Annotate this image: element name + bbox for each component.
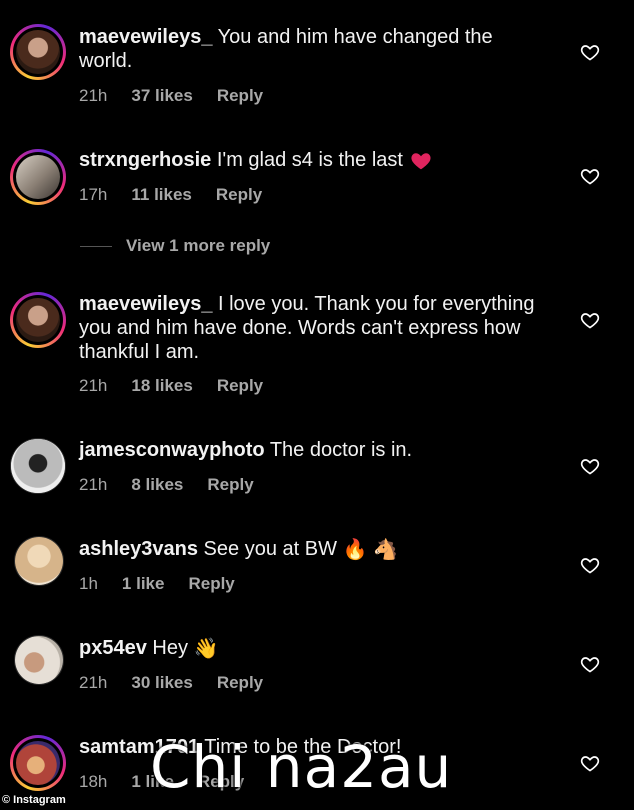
comment-meta: 21h 37 likes Reply xyxy=(79,86,287,106)
divider xyxy=(80,245,112,247)
view-more-replies[interactable]: View 1 more reply xyxy=(80,236,270,256)
comment-time: 21h xyxy=(79,376,108,395)
avatar[interactable] xyxy=(10,149,66,205)
comment-time: 18h xyxy=(79,772,108,791)
comment-meta: 1h 1 like Reply xyxy=(79,574,259,594)
heart-icon[interactable] xyxy=(580,42,600,62)
comment-likes[interactable]: 18 likes xyxy=(131,376,192,396)
comment-likes[interactable]: 8 likes xyxy=(131,475,183,495)
image-credit: © Instagram xyxy=(2,794,66,806)
comment-username[interactable]: ashley3vans xyxy=(79,538,198,560)
comment-likes[interactable]: 30 likes xyxy=(131,673,192,693)
avatar[interactable] xyxy=(10,24,66,80)
comment-meta: 21h 30 likes Reply xyxy=(79,673,287,693)
avatar[interactable] xyxy=(10,735,66,791)
comment-username[interactable]: maevewileys_ xyxy=(79,293,212,315)
reply-button[interactable]: Reply xyxy=(217,673,263,693)
comment-username[interactable]: px54ev xyxy=(79,637,147,659)
comment-time: 21h xyxy=(79,475,108,494)
comment-username[interactable]: strxngerhosie xyxy=(79,149,211,171)
comment-text: The doctor is in. xyxy=(269,439,413,461)
avatar[interactable] xyxy=(14,635,64,685)
watermark: Chi na2au xyxy=(150,733,453,801)
comment-meta: 17h 11 likes Reply xyxy=(79,185,286,205)
avatar[interactable] xyxy=(10,292,66,348)
comment-username[interactable]: jamesconwayphoto xyxy=(79,439,265,461)
fire-emoji: 🔥 xyxy=(342,538,368,561)
red-heart-emoji xyxy=(410,152,431,169)
waving-hand-emoji: 👋 xyxy=(193,637,219,660)
heart-icon[interactable] xyxy=(580,654,600,674)
comment-time: 21h xyxy=(79,86,108,105)
comment-meta: 21h 18 likes Reply xyxy=(79,376,287,396)
reply-button[interactable]: Reply xyxy=(188,574,234,594)
reply-button[interactable]: Reply xyxy=(216,185,262,205)
comment-username[interactable]: maevewileys_ xyxy=(79,26,212,48)
reply-button[interactable]: Reply xyxy=(217,86,263,106)
avatar[interactable] xyxy=(10,438,66,494)
comment-text: I'm glad s4 is the last xyxy=(216,149,403,171)
heart-icon[interactable] xyxy=(580,555,600,575)
comment-meta: 21h 8 likes Reply xyxy=(79,475,278,495)
horse-emoji: 🐴 xyxy=(372,538,398,561)
comment-text: See you at BW xyxy=(203,538,337,560)
comment-time: 17h xyxy=(79,185,108,204)
reply-button[interactable]: Reply xyxy=(217,376,263,396)
comment-likes[interactable]: 37 likes xyxy=(131,86,192,106)
heart-icon[interactable] xyxy=(580,456,600,476)
comment-text: Hey xyxy=(152,637,188,659)
comment-likes[interactable]: 11 likes xyxy=(131,185,192,205)
avatar[interactable] xyxy=(14,536,64,586)
view-more-label: View 1 more reply xyxy=(126,236,271,255)
heart-icon[interactable] xyxy=(580,310,600,330)
heart-icon[interactable] xyxy=(580,753,600,773)
comment-time: 21h xyxy=(79,673,108,692)
comment-time: 1h xyxy=(79,574,98,593)
heart-icon[interactable] xyxy=(580,166,600,186)
reply-button[interactable]: Reply xyxy=(207,475,253,495)
comment-likes[interactable]: 1 like xyxy=(122,574,165,594)
